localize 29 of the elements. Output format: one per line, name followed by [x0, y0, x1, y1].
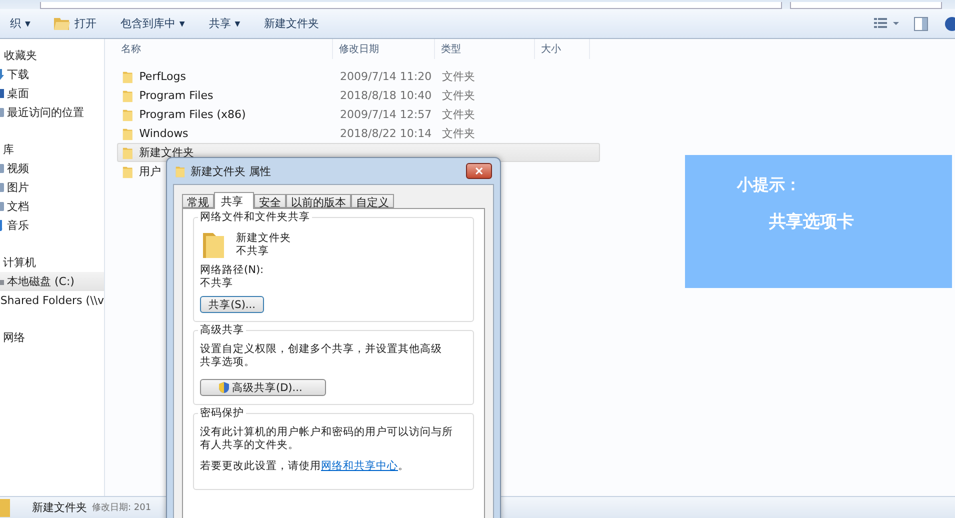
- file-name: 用户: [139, 164, 162, 179]
- path-label: 网络路径(N):: [200, 264, 265, 277]
- type-cell-text: 文件夹: [441, 69, 476, 84]
- file-name: Windows: [139, 127, 188, 140]
- dialog-title: 新建文件夹 属性: [190, 164, 272, 178]
- file-name: Program Files: [139, 89, 214, 102]
- group-label: 网络文件和文件夹共享: [198, 210, 312, 224]
- settings-hint: 若要更改此设置，请使用 网络和共享中心。: [200, 460, 410, 473]
- group-label: 高级共享: [198, 323, 246, 337]
- tip-text: 共享选项卡: [769, 211, 855, 233]
- selected-item-name: 新建文件夹: [32, 500, 87, 515]
- description-text: 设置自定义权限，创建多个共享，并设置其他高级共享选项。: [200, 343, 443, 369]
- description-text: 没有此计算机的用户帐户和密码的用户可以访问与所有人共享的文件夹。: [200, 426, 454, 452]
- modified-date: 修改日期: 201: [92, 502, 152, 514]
- file-name: Program Files (x86): [139, 108, 246, 121]
- date-cell-text: 2018/8/18 10:40: [339, 89, 433, 102]
- file-name: 新建文件夹: [139, 145, 194, 160]
- folder-name: 新建文件夹: [236, 232, 291, 245]
- tip-title: 小提示：: [737, 175, 802, 196]
- date-cell-text: 2009/7/14 12:57: [339, 108, 433, 121]
- type-cell-text: 文件夹: [441, 107, 476, 122]
- share-status: 不共享: [236, 245, 270, 258]
- date-cell-text: 2009/7/14 11:20: [339, 70, 433, 83]
- date-cell-text: 2018/8/22 10:14: [339, 127, 433, 140]
- type-cell-text: 文件夹: [441, 88, 476, 103]
- group-label: 密码保护: [198, 406, 246, 420]
- file-name: PerfLogs: [139, 70, 186, 83]
- path-value: 不共享: [200, 277, 234, 290]
- type-cell-text: 文件夹: [441, 126, 476, 141]
